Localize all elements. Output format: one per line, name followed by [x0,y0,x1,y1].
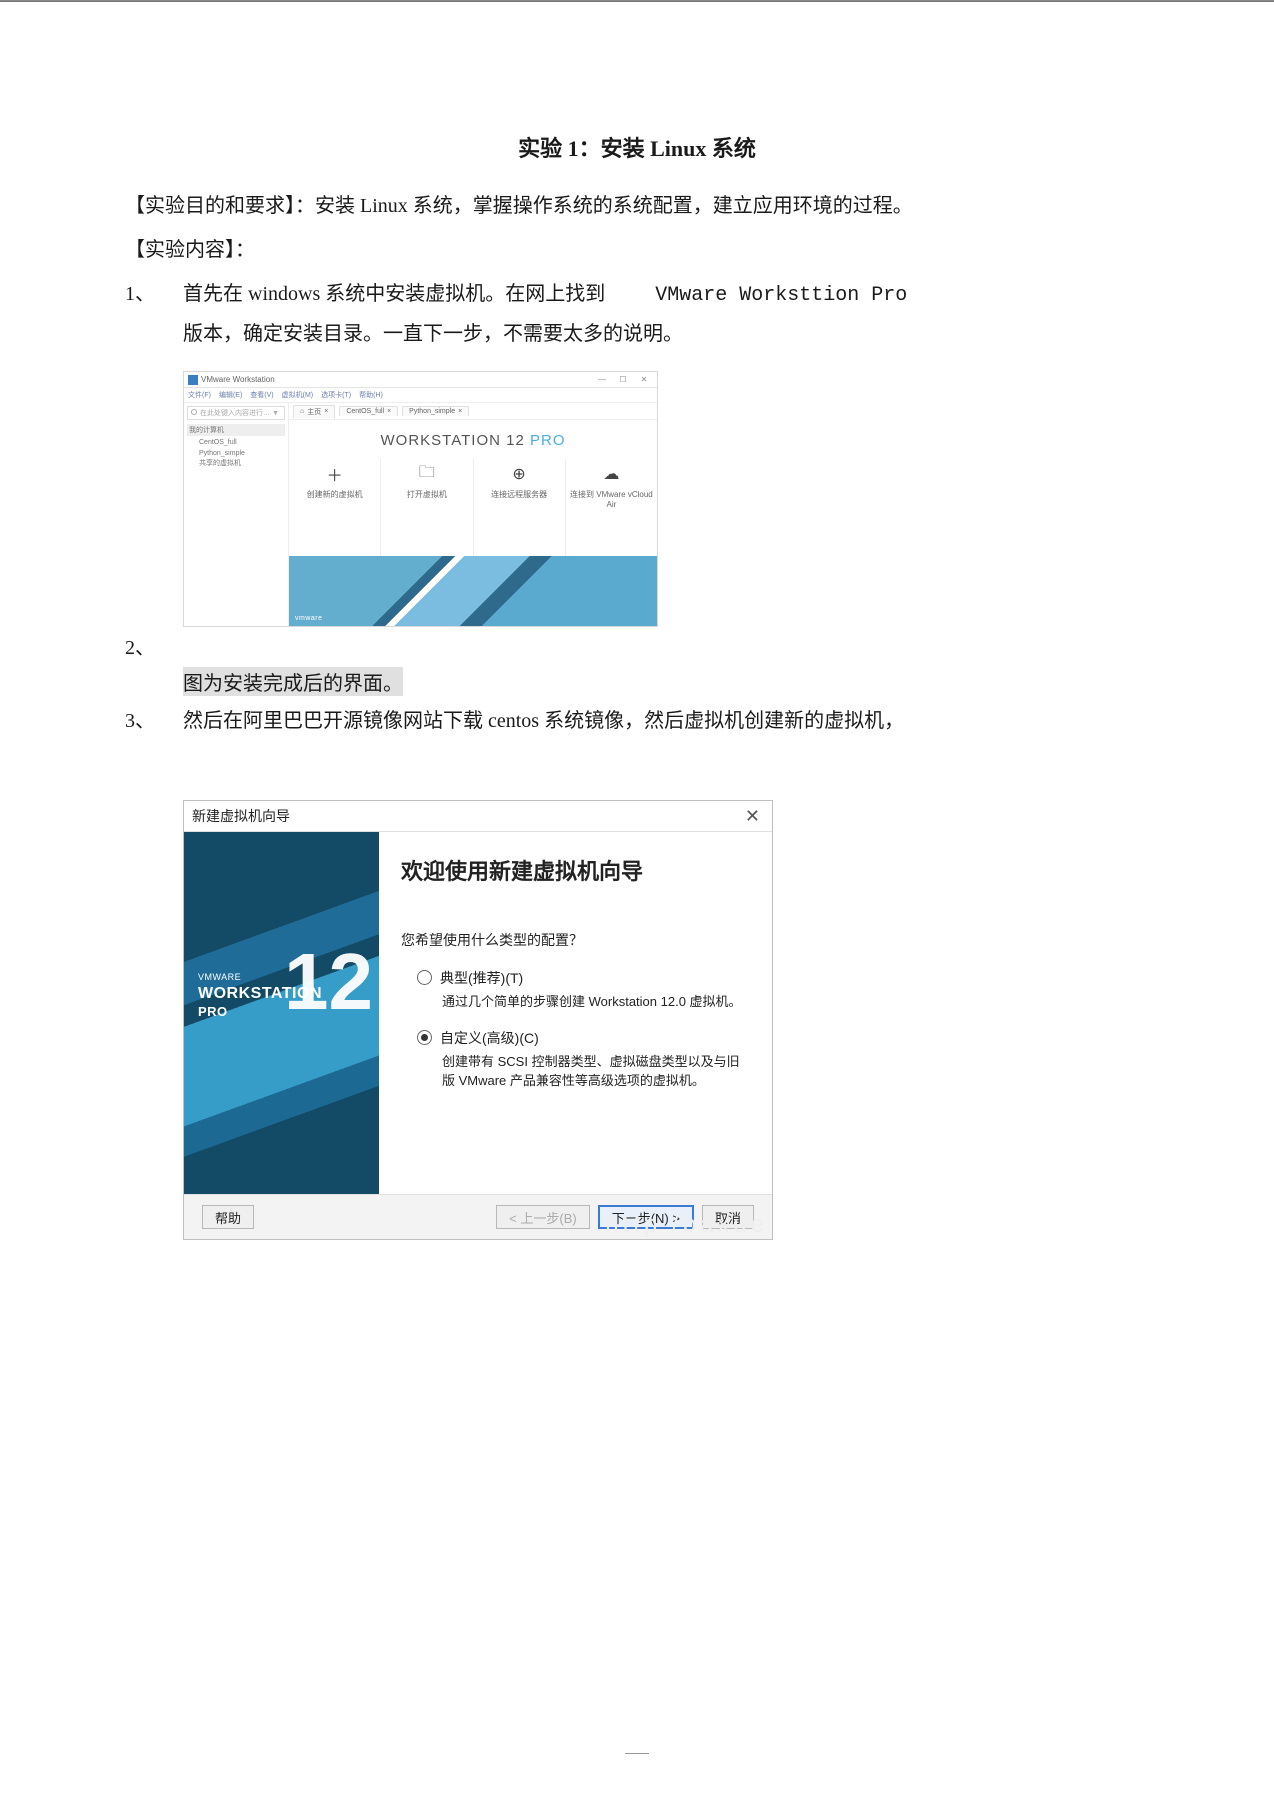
experiment-content-header: 【实验内容】： [125,231,1149,269]
remote-server-icon: ⊕ [510,465,528,483]
tree-group-header[interactable]: 我的计算机 [187,424,285,436]
figure-caption-1: 图为安装完成后的界面。 [183,667,403,696]
option-custom-desc: 创建带有 SCSI 控制器类型、虚拟磁盘类型以及与旧版 VMware 产品兼容性… [440,1051,750,1089]
menu-edit[interactable]: 编辑(E) [219,390,242,400]
tab-python-label: Python_simple [409,408,455,415]
wizard-question: 您希望使用什么类型的配置？ [401,930,750,950]
wizard-heading: 欢迎使用新建虚拟机向导 [401,854,750,886]
new-vm-wizard-dialog: 新建虚拟机向导 ✕ VMWARE WORKSTATION PRO 12 欢迎使用… [183,800,773,1240]
list-item-1-body: 首先在 windows 系统中安装虚拟机。在网上找到 VMware Workst… [183,275,1149,353]
dialog-title: 新建虚拟机向导 [192,806,741,826]
action-connect-remote-label: 连接远程服务器 [491,489,547,500]
home-banner: vmware [289,556,657,626]
wizard-side-panel: VMWARE WORKSTATION PRO 12 [184,832,379,1194]
tree-item-centos[interactable]: CentOS_full [187,438,285,449]
option-typical-desc: 通过几个简单的步骤创建 Workstation 12.0 虚拟机。 [440,991,742,1010]
action-open-vm[interactable]: 🗀 打开虚拟机 [381,459,473,556]
document-content: 实验 1：安装 Linux 系统 【实验目的和要求】：安装 Linux 系统，掌… [0,1,1274,1300]
cloud-icon: ☁ [602,465,620,483]
list-item-2-number: 2、 [125,629,183,667]
window-minimize-button[interactable]: — [593,375,611,384]
option-custom[interactable]: 自定义(高级)(C) 创建带有 SCSI 控制器类型、虚拟磁盘类型以及与旧版 V… [401,1028,750,1089]
action-create-vm[interactable]: ＋ 创建新的虚拟机 [289,459,381,556]
library-search-input[interactable]: 在此处键入内容进行… ▼ [187,406,285,420]
experiment-goal-line: 【实验目的和要求】：安装 Linux 系统，掌握操作系统的系统配置，建立应用环境… [125,187,1149,225]
window-close-button[interactable]: ✕ [635,375,653,384]
menu-view[interactable]: 查看(V) [250,390,273,400]
list-item-3-body: 然后在阿里巴巴开源镜像网站下载 centos 系统镜像，然后虚拟机创建新的虚拟机… [183,702,1149,740]
list-item-3-number: 3、 [125,702,183,740]
vmware-logo-icon [188,375,198,385]
home-actions: ＋ 创建新的虚拟机 🗀 打开虚拟机 ⊕ 连接远程服务器 ☁ [289,459,657,556]
vmware-main-window: VMware Workstation — ☐ ✕ 文件(F) 编辑(E) 查看(… [183,371,658,627]
tab-strip: ⌂ 主页 × CentOS_full × Python_simple × [289,403,657,420]
tab-home-label: 主页 [307,407,321,417]
cancel-button[interactable]: 取消 [702,1205,754,1229]
action-connect-vcloud-label: 连接到 VMware vCloud Air [570,489,653,509]
open-icon: 🗀 [418,465,436,483]
action-connect-vcloud[interactable]: ☁ 连接到 VMware vCloud Air [566,459,657,556]
workstation-brand: WORKSTATION 12 PRO [289,420,657,459]
list-item-1-text-c: 版本，确定安装目录。一直下一步，不需要太多的说明。 [183,323,683,345]
radio-typical[interactable] [417,970,432,985]
plus-icon: ＋ [326,465,344,483]
window-maximize-button[interactable]: ☐ [614,375,632,384]
close-tab-icon[interactable]: × [387,408,391,415]
window-titlebar: VMware Workstation — ☐ ✕ [184,372,657,388]
side-version-12: 12 [284,942,373,1022]
close-tab-icon[interactable]: × [458,408,462,415]
tree-item-shared[interactable]: 共享的虚拟机 [187,459,285,470]
list-item-1: 1、 首先在 windows 系统中安装虚拟机。在网上找到 VMware Wor… [125,275,1149,353]
tab-centos[interactable]: CentOS_full × [339,406,398,416]
list-item-1-number: 1、 [125,275,183,353]
menu-tabs[interactable]: 选项卡(T) [321,390,351,400]
menubar: 文件(F) 编辑(E) 查看(V) 虚拟机(M) 选项卡(T) 帮助(H) [184,388,657,403]
menu-file[interactable]: 文件(F) [188,390,211,400]
brand-version: 12 [506,432,525,449]
menu-vm[interactable]: 虚拟机(M) [282,390,314,400]
dialog-close-button[interactable]: ✕ [741,806,764,827]
dialog-titlebar: 新建虚拟机向导 ✕ [184,801,772,831]
page-top-divider [0,1,1274,2]
banner-brand-text: vmware [295,615,323,622]
home-icon: ⌂ [300,408,304,415]
menu-help[interactable]: 帮助(H) [359,390,383,400]
tree-item-python[interactable]: Python_simple [187,449,285,460]
search-icon [191,409,197,417]
next-button[interactable]: 下一步(N) > [598,1205,694,1229]
list-item-3: 3、 然后在阿里巴巴开源镜像网站下载 centos 系统镜像，然后虚拟机创建新的… [125,702,1149,740]
brand-pro: PRO [530,432,566,449]
list-item-1-text-a: 首先在 windows 系统中安装虚拟机。在网上找到 [183,283,605,305]
radio-custom[interactable] [417,1030,432,1045]
wizard-right-panel: 欢迎使用新建虚拟机向导 您希望使用什么类型的配置？ 典型(推荐)(T) 通过几个… [379,832,772,1194]
brand-text: WORKSTATION [381,432,501,449]
list-item-2: 2、 [125,629,1149,667]
option-typical-title: 典型(推荐)(T) [440,968,742,988]
tab-centos-label: CentOS_full [346,408,384,415]
wizard-footer: http /baxue 帮助 < 上一步(B) 下一步(N) > 取消 [184,1195,772,1239]
tab-python[interactable]: Python_simple × [402,406,469,416]
library-sidebar: 在此处键入内容进行… ▼ 我的计算机 CentOS_full Python_si… [184,403,289,626]
option-typical[interactable]: 典型(推荐)(T) 通过几个简单的步骤创建 Workstation 12.0 虚… [401,968,750,1010]
document-title: 实验 1：安装 Linux 系统 [125,131,1149,163]
tab-home[interactable]: ⌂ 主页 × [293,405,335,418]
action-open-vm-label: 打开虚拟机 [407,489,447,500]
action-connect-remote[interactable]: ⊕ 连接远程服务器 [474,459,566,556]
search-placeholder: 在此处键入内容进行… ▼ [200,408,279,418]
list-item-1-text-b: VMware Worksttion Pro [655,284,907,307]
action-create-vm-label: 创建新的虚拟机 [307,489,363,500]
help-button[interactable]: 帮助 [202,1205,254,1229]
page-footer-mark [625,1753,649,1754]
window-title: VMware Workstation [201,375,590,384]
close-tab-icon[interactable]: × [324,408,328,415]
option-custom-title: 自定义(高级)(C) [440,1028,750,1048]
back-button[interactable]: < 上一步(B) [496,1205,590,1229]
